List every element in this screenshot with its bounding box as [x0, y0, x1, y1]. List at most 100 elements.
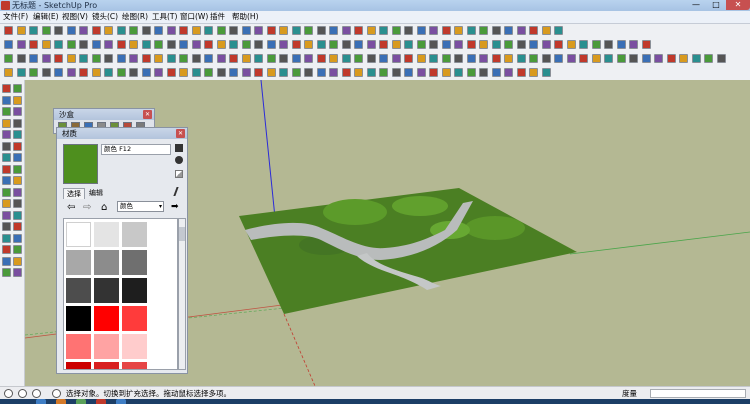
toolbar-tool-icon[interactable] — [29, 26, 38, 35]
toolbar-tool-icon[interactable] — [579, 40, 588, 49]
material-swatch[interactable] — [122, 334, 147, 359]
toolbar-tool-icon[interactable] — [454, 26, 463, 35]
toolbar-tool-icon[interactable] — [429, 68, 438, 77]
material-swatch[interactable] — [94, 278, 119, 303]
material-swatch[interactable] — [122, 362, 147, 369]
left-tool-icon[interactable] — [13, 268, 22, 277]
toolbar-tool-icon[interactable] — [691, 54, 701, 63]
toolbar-tool-icon[interactable] — [91, 68, 101, 77]
toolbar-tool-icon[interactable] — [16, 40, 26, 49]
left-tool-icon[interactable] — [2, 233, 11, 243]
materials-panel-close-button[interactable]: ✕ — [176, 129, 185, 138]
left-tool-icon[interactable] — [2, 256, 11, 266]
toolbar-tool-icon[interactable] — [41, 26, 51, 35]
material-swatch[interactable] — [66, 278, 91, 303]
display-in-model-icon[interactable] — [175, 144, 183, 152]
left-tool-icon[interactable] — [2, 187, 11, 197]
toolbar-tool-icon[interactable] — [66, 54, 76, 63]
material-name-field[interactable]: 颜色 F12 — [101, 144, 171, 155]
help-icon[interactable] — [52, 389, 61, 398]
toolbar-tool-icon[interactable] — [116, 40, 126, 49]
toolbar-tool-icon[interactable] — [341, 40, 351, 49]
toolbar-tool-icon[interactable] — [216, 26, 226, 35]
sample-paint-icon[interactable] — [173, 187, 187, 196]
toolbar-tool-icon[interactable] — [166, 54, 176, 63]
toolbar-tool-icon[interactable] — [641, 54, 651, 63]
measurements-input[interactable] — [650, 389, 746, 398]
material-swatch[interactable] — [66, 306, 91, 331]
left-tool-icon[interactable] — [13, 256, 22, 266]
left-tool-icon[interactable] — [2, 141, 11, 151]
toolbar-tool-icon[interactable] — [229, 26, 238, 35]
taskbar-app-item[interactable] — [96, 399, 106, 404]
toolbar-tool-icon[interactable] — [191, 68, 201, 77]
toolbar-tool-icon[interactable] — [16, 54, 26, 63]
toolbar-tool-icon[interactable] — [329, 26, 338, 35]
toolbar-tool-icon[interactable] — [404, 68, 413, 77]
toolbar-tool-icon[interactable] — [554, 40, 563, 49]
toolbar-tool-icon[interactable] — [479, 26, 488, 35]
swatch-scrollbar[interactable] — [178, 218, 186, 370]
toolbar-tool-icon[interactable] — [291, 26, 301, 35]
toolbar-tool-icon[interactable] — [279, 40, 288, 49]
left-tool-icon[interactable] — [13, 233, 22, 243]
toolbar-tool-icon[interactable] — [616, 54, 626, 63]
toolbar-tool-icon[interactable] — [304, 54, 313, 63]
sandbox-panel-titlebar[interactable]: 沙盒 ✕ — [54, 109, 154, 120]
toolbar-tool-icon[interactable] — [229, 40, 238, 49]
left-tool-icon[interactable] — [13, 95, 22, 105]
left-tool-icon[interactable] — [2, 153, 11, 162]
toolbar-tool-icon[interactable] — [529, 68, 538, 77]
default-material-icon[interactable] — [175, 170, 183, 178]
material-swatch[interactable] — [122, 278, 147, 303]
menu-file[interactable]: 文件(F) — [3, 11, 28, 23]
credits-icon[interactable] — [18, 389, 27, 398]
material-swatch[interactable] — [94, 334, 119, 359]
left-tool-icon[interactable] — [13, 84, 22, 93]
toolbar-tool-icon[interactable] — [129, 68, 138, 77]
toolbar-tool-icon[interactable] — [241, 54, 251, 63]
toolbar-tool-icon[interactable] — [229, 68, 238, 77]
toolbar-tool-icon[interactable] — [541, 68, 551, 77]
material-swatch[interactable] — [94, 306, 119, 331]
toolbar-tool-icon[interactable] — [141, 40, 151, 49]
toolbar-tool-icon[interactable] — [429, 40, 438, 49]
tab-select[interactable]: 选择 — [63, 188, 85, 199]
material-swatch[interactable] — [122, 306, 147, 331]
toolbar-tool-icon[interactable] — [204, 68, 213, 77]
toolbar-tool-icon[interactable] — [504, 26, 513, 35]
toolbar-tool-icon[interactable] — [466, 40, 476, 49]
library-dropdown[interactable]: 颜色 ▾ — [117, 201, 164, 212]
toolbar-tool-icon[interactable] — [404, 26, 413, 35]
material-swatch[interactable] — [66, 334, 91, 359]
toolbar-tool-icon[interactable] — [454, 68, 463, 77]
toolbar-tool-icon[interactable] — [16, 26, 26, 35]
toolbar-tool-icon[interactable] — [154, 68, 163, 77]
toolbar-tool-icon[interactable] — [491, 68, 501, 77]
toolbar-tool-icon[interactable] — [329, 54, 338, 63]
toolbar-tool-icon[interactable] — [441, 54, 451, 63]
toolbar-tool-icon[interactable] — [104, 54, 113, 63]
toolbar-tool-icon[interactable] — [129, 40, 138, 49]
toolbar-tool-icon[interactable] — [466, 68, 476, 77]
left-tool-icon[interactable] — [2, 268, 11, 277]
toolbar-tool-icon[interactable] — [191, 26, 201, 35]
toolbar-tool-icon[interactable] — [191, 40, 201, 49]
toolbar-tool-icon[interactable] — [554, 54, 563, 63]
toolbar-tool-icon[interactable] — [291, 68, 301, 77]
toolbar-tool-icon[interactable] — [316, 26, 326, 35]
toolbar-tool-icon[interactable] — [416, 68, 426, 77]
left-tool-icon[interactable] — [2, 199, 11, 208]
toolbar-tool-icon[interactable] — [241, 40, 251, 49]
toolbar-tool-icon[interactable] — [279, 54, 288, 63]
toolbar-tool-icon[interactable] — [316, 40, 326, 49]
taskbar-app-item[interactable] — [56, 399, 66, 404]
toolbar-tool-icon[interactable] — [704, 54, 713, 63]
toolbar-tool-icon[interactable] — [141, 54, 151, 63]
toolbar-tool-icon[interactable] — [379, 26, 388, 35]
left-tool-icon[interactable] — [13, 187, 22, 197]
left-tool-icon[interactable] — [2, 95, 11, 105]
left-tool-icon[interactable] — [13, 118, 22, 128]
left-tool-icon[interactable] — [13, 130, 22, 139]
toolbar-tool-icon[interactable] — [516, 40, 526, 49]
